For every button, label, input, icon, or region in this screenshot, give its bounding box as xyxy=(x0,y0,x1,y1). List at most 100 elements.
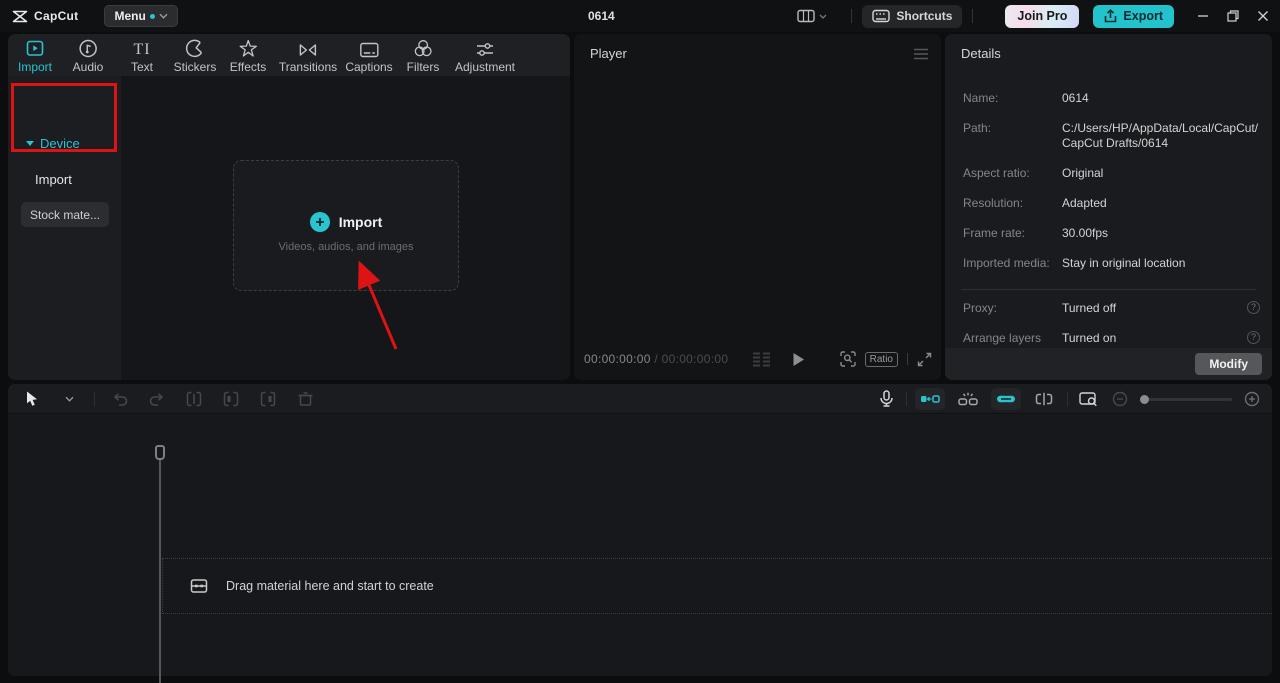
import-box-title: Import xyxy=(338,214,383,230)
caret-down-icon xyxy=(26,141,34,146)
text-tab-icon: TI xyxy=(133,41,151,58)
cursor-tool-button[interactable] xyxy=(20,387,44,411)
effects-tab-icon xyxy=(239,39,258,58)
timeline-tracks-area[interactable]: Drag material here and start to create xyxy=(8,415,1272,683)
adjustment-tab-icon xyxy=(475,39,495,58)
tab-audio[interactable]: Audio xyxy=(73,39,103,74)
tab-transitions[interactable]: Transitions xyxy=(279,39,337,74)
render-preview-button[interactable] xyxy=(1076,387,1100,411)
divider xyxy=(94,391,95,406)
transitions-tab-icon xyxy=(298,39,318,58)
media-panel: Import Audio TI Text Stickers Effects Tr… xyxy=(8,34,570,380)
delete-button[interactable] xyxy=(293,387,317,411)
tab-text[interactable]: TI Text xyxy=(131,39,153,74)
preview-axis-toggle[interactable] xyxy=(1029,388,1059,410)
player-menu-icon[interactable] xyxy=(913,48,929,60)
restore-button[interactable] xyxy=(1218,0,1248,32)
player-title: Player xyxy=(590,46,627,61)
detail-row-name: Name: 0614 xyxy=(963,91,1089,105)
import-box-subtitle: Videos, audios, and images xyxy=(278,241,414,253)
chevron-down-icon xyxy=(159,13,168,19)
player-panel: Player 00:00:00:00 / 00:00:00:00 Ratio xyxy=(574,34,941,380)
import-drop-area[interactable]: Import Videos, audios, and images xyxy=(233,160,459,291)
link-clips-toggle[interactable] xyxy=(991,388,1021,410)
redo-button[interactable] xyxy=(145,387,169,411)
timeline-toolbar xyxy=(8,384,1272,414)
media-sidebar: Device Import Stock mate... xyxy=(8,76,121,380)
slider-handle[interactable] xyxy=(1140,394,1149,404)
detail-row-arrange-layers: Arrange layers Turned on ? xyxy=(963,331,1260,346)
tab-import[interactable]: Import xyxy=(18,39,52,74)
detail-row-imported-media: Imported media: Stay in original locatio… xyxy=(963,256,1186,270)
player-controls: 00:00:00:00 / 00:00:00:00 Ratio xyxy=(574,347,941,371)
split-button[interactable] xyxy=(182,387,206,411)
tab-stickers[interactable]: Stickers xyxy=(174,39,216,74)
help-icon[interactable]: ? xyxy=(1247,331,1260,344)
zoom-out-icon[interactable] xyxy=(1108,387,1132,411)
details-footer: Modify xyxy=(945,348,1272,380)
playhead-handle[interactable] xyxy=(155,445,165,460)
tab-effects[interactable]: Effects xyxy=(230,39,266,74)
details-panel: Details Name: 0614 Path: C:/Users/HP/App… xyxy=(945,34,1272,380)
tab-adjustment[interactable]: Adjustment xyxy=(455,39,515,74)
frame-preview-icon[interactable] xyxy=(752,352,772,367)
record-voiceover-button[interactable] xyxy=(874,387,898,411)
media-tabbar: Import Audio TI Text Stickers Effects Tr… xyxy=(8,34,570,76)
layout-switcher-button[interactable] xyxy=(797,9,827,23)
captions-tab-icon xyxy=(359,39,379,58)
capcut-window: CapCut Menu 0614 Shortcuts Join Pro Expo… xyxy=(0,0,1280,683)
slider-track[interactable] xyxy=(1140,394,1232,404)
cursor-tool-chevron-icon[interactable] xyxy=(57,387,81,411)
playhead-line xyxy=(159,459,161,683)
close-button[interactable] xyxy=(1248,0,1278,32)
plus-icon xyxy=(309,212,330,232)
menu-button[interactable]: Menu xyxy=(104,5,178,27)
empty-track-dropzone[interactable]: Drag material here and start to create xyxy=(162,558,1272,614)
export-button[interactable]: Export xyxy=(1093,4,1174,28)
stickers-tab-icon xyxy=(185,39,205,58)
export-icon xyxy=(1104,9,1117,23)
audio-tab-icon xyxy=(78,39,97,58)
filters-tab-icon xyxy=(413,39,432,58)
notification-dot xyxy=(149,13,155,19)
focus-zoom-icon[interactable] xyxy=(839,351,856,367)
zoom-in-icon[interactable] xyxy=(1240,387,1264,411)
modify-button[interactable]: Modify xyxy=(1195,353,1262,375)
join-pro-button[interactable]: Join Pro xyxy=(1005,4,1080,28)
play-button[interactable] xyxy=(792,352,805,367)
detail-row-proxy: Proxy: Turned off ? xyxy=(963,301,1260,316)
screen-layout-icon xyxy=(797,9,816,23)
stock-materials-button[interactable]: Stock mate... xyxy=(21,202,109,227)
tab-captions[interactable]: Captions xyxy=(345,39,393,74)
divider xyxy=(972,9,974,23)
capcut-logo-icon xyxy=(12,10,28,23)
sidebar-item-import[interactable]: Import xyxy=(35,172,72,187)
timeline-zoom-slider[interactable] xyxy=(1140,394,1232,404)
ratio-button[interactable]: Ratio xyxy=(864,351,898,367)
auto-snap-toggle[interactable] xyxy=(915,388,945,410)
delete-left-button[interactable] xyxy=(219,387,243,411)
detail-row-path: Path: C:/Users/HP/AppData/Local/CapCut/C… xyxy=(963,121,1259,150)
import-tab-icon xyxy=(25,39,45,58)
app-name: CapCut xyxy=(34,9,79,23)
detail-row-resolution: Resolution: Adapted xyxy=(963,196,1107,210)
empty-track-hint: Drag material here and start to create xyxy=(226,579,434,593)
detail-row-aspect-ratio: Aspect ratio: Original xyxy=(963,166,1104,180)
tab-filters[interactable]: Filters xyxy=(407,39,439,74)
divider xyxy=(851,9,853,23)
timecode: 00:00:00:00 / 00:00:00:00 xyxy=(584,352,729,366)
help-icon[interactable]: ? xyxy=(1247,301,1260,314)
delete-right-button[interactable] xyxy=(256,387,280,411)
divider xyxy=(1067,392,1068,406)
chevron-down-icon xyxy=(819,14,827,19)
minimize-button[interactable] xyxy=(1188,0,1218,32)
divider xyxy=(907,353,908,365)
film-strip-icon xyxy=(190,578,208,594)
fullscreen-icon[interactable] xyxy=(917,352,932,367)
magnetic-timeline-toggle[interactable] xyxy=(953,388,983,410)
shortcuts-button[interactable]: Shortcuts xyxy=(862,4,963,28)
sidebar-item-device[interactable]: Device xyxy=(26,136,80,151)
divider xyxy=(961,289,1256,290)
undo-button[interactable] xyxy=(108,387,132,411)
titlebar: CapCut Menu 0614 Shortcuts Join Pro Expo… xyxy=(0,0,1280,32)
